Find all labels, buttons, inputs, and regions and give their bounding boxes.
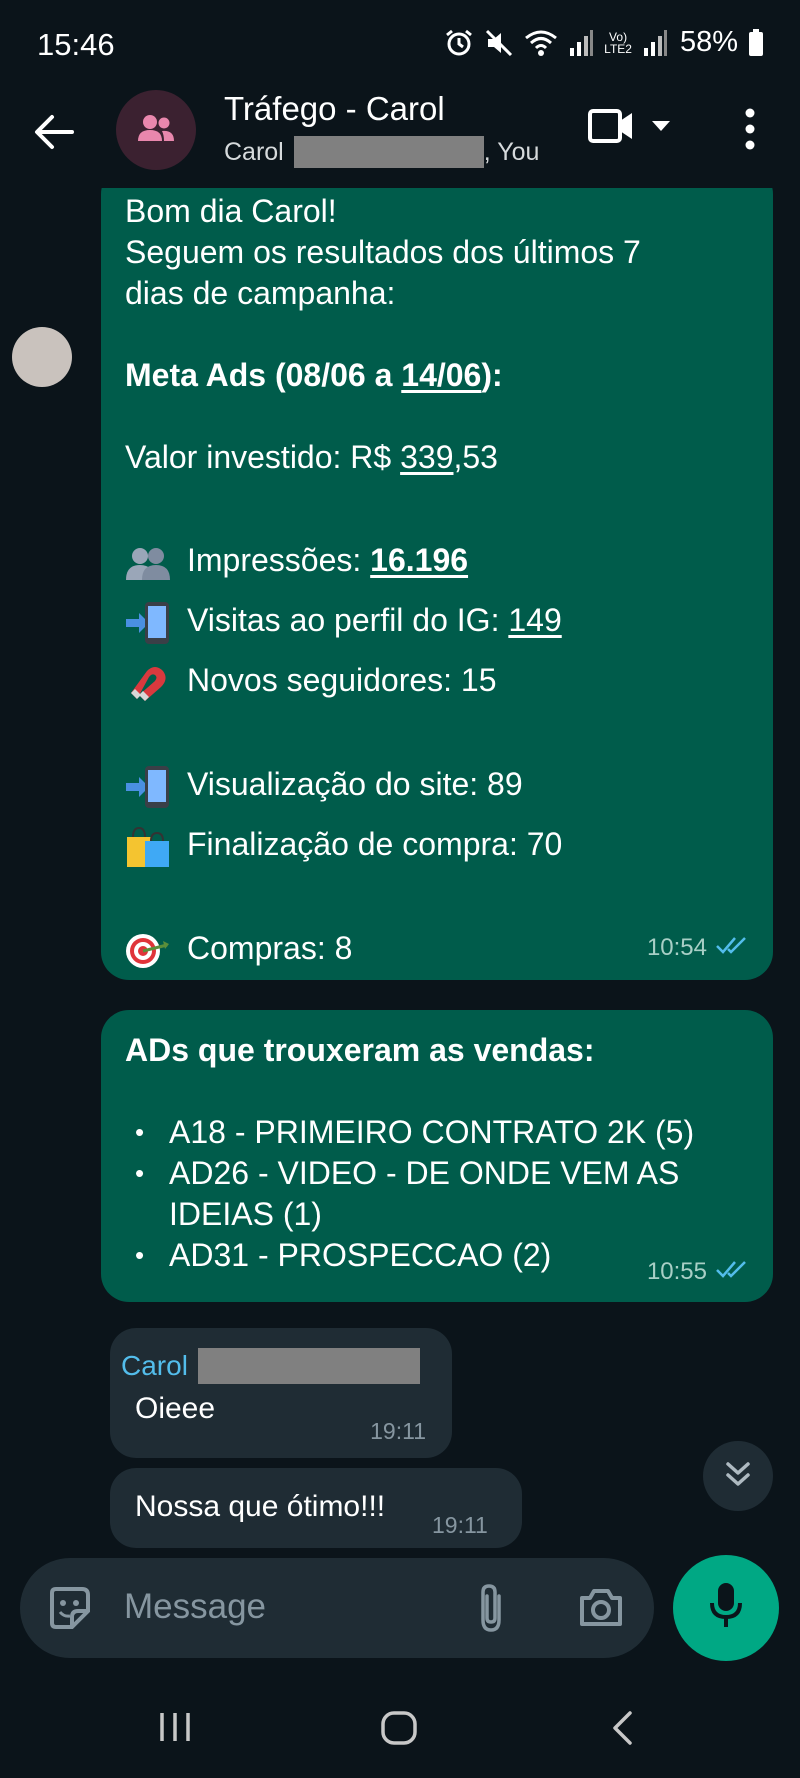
message-time: 19:11: [370, 1418, 426, 1444]
voice-message-button[interactable]: [673, 1555, 779, 1661]
message-time: 10:55: [646, 1258, 707, 1285]
heading-text: Meta Ads (08/06 a: [125, 357, 402, 393]
message-meta: 10:55: [647, 1251, 751, 1292]
site-views-line: Visualização do site: 89: [125, 754, 749, 814]
invest-label: Valor investido: R$: [125, 439, 401, 475]
more-options-icon[interactable]: [738, 106, 762, 152]
chat-header: Tráfego - Carol Carol , You: [0, 90, 800, 188]
list-item-line: IDEIAS (1): [169, 1196, 322, 1232]
battery-icon: [748, 28, 764, 57]
message-text: dias de campanha:: [125, 275, 396, 311]
signal-icon: [568, 28, 594, 58]
impressions-label: Impressões:: [187, 542, 371, 578]
message-text: Bom dia Carol!: [125, 193, 337, 229]
camera-icon[interactable]: [578, 1586, 624, 1633]
magnet-icon: [125, 663, 175, 703]
chevron-down-icon: [650, 119, 672, 138]
purchases-text: Compras: 8: [187, 930, 353, 966]
chat-title[interactable]: Tráfego - Carol: [224, 90, 445, 128]
message-text: Oieee: [135, 1392, 216, 1425]
target-icon: [125, 931, 175, 971]
back-arrow-icon[interactable]: [32, 110, 76, 154]
mic-icon: [708, 1581, 744, 1636]
network-label: LTE2: [604, 41, 632, 56]
chat-participants[interactable]: Carol , You: [224, 136, 539, 168]
followers-text: Novos seguidores: 15: [187, 662, 497, 698]
message-bubble-incoming[interactable]: Carol Oieee 19:11: [110, 1328, 452, 1458]
group-icon: [137, 113, 175, 148]
site-views-text: Visualização do site: 89: [187, 766, 523, 802]
scroll-to-bottom-button[interactable]: [703, 1441, 773, 1511]
list-item: AD26 - VIDEO - DE ONDE VEM AS IDEIAS (1): [125, 1153, 749, 1235]
read-receipt-icon: [715, 927, 751, 968]
message-bubble-outgoing[interactable]: Bom dia Carol! Seguem os resultados dos …: [101, 188, 773, 980]
people-icon: [125, 546, 175, 580]
message-text: Seguem os resultados dos últimos 7: [125, 234, 641, 270]
message-time: 19:11: [432, 1512, 488, 1538]
message-time: 10:54: [646, 934, 707, 961]
battery-percent: 58%: [679, 26, 738, 58]
invest-cents: ,53: [453, 439, 498, 475]
recent-apps-icon[interactable]: [158, 1710, 192, 1749]
video-call-button[interactable]: [588, 108, 672, 149]
followers-line: Novos seguidores: 15: [125, 650, 749, 710]
heading-suffix: ):: [481, 357, 503, 393]
visits-label: Visitas ao perfil do IG:: [187, 602, 509, 638]
list-item-line: AD26 - VIDEO - DE ONDE VEM AS: [169, 1155, 680, 1191]
volte-icon: Vo) LTE2: [604, 29, 632, 56]
checkout-text: Finalização de compra: 70: [187, 826, 563, 862]
participant-name: Carol: [224, 137, 284, 166]
message-text: Nossa que ótimo!!!: [135, 1490, 386, 1523]
sender-line: Carol: [121, 1348, 420, 1384]
list-item: A18 - PRIMEIRO CONTRATO 2K (5): [125, 1112, 749, 1153]
sender-name[interactable]: Carol: [121, 1350, 188, 1382]
impressions-value-link[interactable]: 16.196: [370, 542, 468, 578]
avatar[interactable]: [12, 327, 72, 387]
visits-line: Visitas ao perfil do IG: 149: [125, 590, 749, 650]
system-nav-bar: [0, 1680, 800, 1778]
participant-you: , You: [483, 137, 540, 166]
video-call-icon: [588, 108, 634, 149]
impressions-line: Impressões: 16.196: [125, 530, 749, 590]
visits-value-link[interactable]: 149: [508, 602, 561, 638]
redacted-name: [197, 1348, 420, 1384]
ads-heading: ADs que trouxeram as vendas:: [125, 1032, 595, 1068]
signal-icon-2: [642, 28, 668, 58]
redacted-name: [293, 136, 484, 168]
campaign-heading: Meta Ads (08/06 a 14/06):: [125, 355, 749, 396]
double-chevron-down-icon: [723, 1459, 753, 1494]
shopping-bags-icon: [125, 825, 175, 869]
message-composer[interactable]: Message: [20, 1558, 654, 1658]
message-input-placeholder[interactable]: Message: [124, 1587, 266, 1627]
phone-arrow-icon: [125, 765, 175, 809]
attach-icon[interactable]: [475, 1582, 507, 1639]
checkout-line: Finalização de compra: 70: [125, 814, 749, 874]
mute-icon: [484, 28, 514, 58]
message-meta: 10:54: [647, 927, 751, 968]
status-bar: 15:46 Vo) LTE2 58%: [0, 0, 800, 90]
chat-area[interactable]: Bom dia Carol! Seguem os resultados dos …: [0, 188, 800, 1548]
sticker-icon[interactable]: [46, 1585, 92, 1636]
alarm-icon: [444, 28, 474, 58]
group-avatar[interactable]: [116, 90, 196, 170]
message-bubble-incoming[interactable]: Nossa que ótimo!!! 19:11: [110, 1468, 522, 1548]
wifi-icon: [524, 28, 558, 58]
back-icon[interactable]: [610, 1710, 634, 1751]
status-icons: Vo) LTE2 58%: [444, 26, 764, 59]
status-time: 15:46: [37, 27, 115, 62]
home-icon[interactable]: [380, 1710, 418, 1751]
invest-value-link[interactable]: 339: [400, 439, 453, 475]
invested-value: Valor investido: R$ 339,53: [125, 437, 749, 478]
heading-date-link[interactable]: 14/06: [401, 357, 481, 393]
read-receipt-icon: [715, 1251, 751, 1292]
message-bubble-outgoing[interactable]: ADs que trouxeram as vendas: A18 - PRIME…: [101, 1010, 773, 1302]
phone-arrow-icon: [125, 601, 175, 645]
